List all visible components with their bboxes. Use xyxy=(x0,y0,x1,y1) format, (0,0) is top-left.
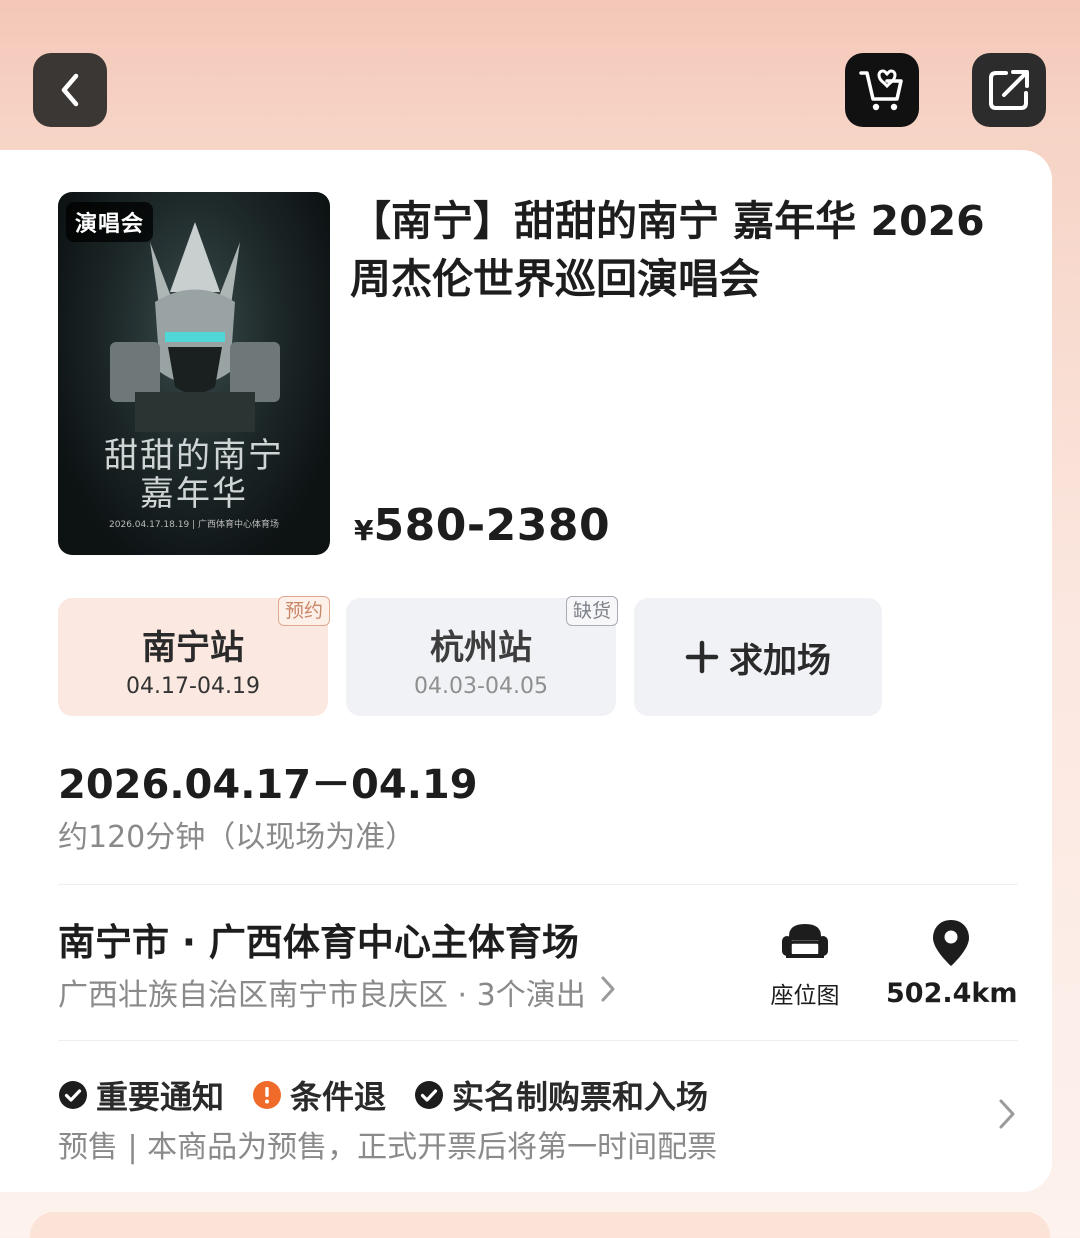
venue-address: 广西壮族自治区南宁市良庆区 · 3个演出 xyxy=(58,978,586,1013)
session-badge-reserve: 预约 xyxy=(277,596,330,626)
poster-category-tag: 演唱会 xyxy=(66,202,154,242)
check-circle-icon xyxy=(58,1080,88,1110)
chevron-left-icon xyxy=(61,73,79,107)
notice-real-name: 实名制购票和入场 xyxy=(414,1072,708,1118)
venue-name[interactable]: 南宁市 · 广西体育中心主体育场 xyxy=(58,912,579,966)
seat-map-button[interactable]: 座位图 xyxy=(760,918,850,1010)
session-date: 04.17-04.19 xyxy=(126,674,260,699)
poster-title-line1: 甜甜的南宁 xyxy=(104,436,284,476)
price-value: 580-2380 xyxy=(373,500,611,551)
alert-circle-icon xyxy=(252,1080,282,1110)
notice-list[interactable]: 重要通知 条件退 实名制购票和入场 xyxy=(58,1072,736,1118)
next-card-edge xyxy=(30,1212,1050,1238)
session-nanning[interactable]: 南宁站 04.17-04.19 预约 xyxy=(58,596,330,716)
show-duration: 约120分钟（以现场为准） xyxy=(58,820,416,855)
armored-helmet-artwork xyxy=(110,222,280,432)
session-name: 杭州站 xyxy=(430,628,532,668)
divider xyxy=(58,1040,1018,1041)
session-badge-soldout: 缺货 xyxy=(565,596,618,626)
back-button[interactable] xyxy=(33,53,107,127)
share-icon xyxy=(989,70,1029,110)
request-extra-show-label: 求加场 xyxy=(729,640,831,681)
session-name: 南宁站 xyxy=(142,628,244,668)
venue-distance: 502.4km xyxy=(886,978,1018,1009)
chevron-right-icon[interactable] xyxy=(998,1098,1016,1134)
session-hangzhou[interactable]: 杭州站 04.03-04.05 缺货 xyxy=(346,596,618,716)
armchair-icon xyxy=(782,924,828,958)
session-date: 04.03-04.05 xyxy=(414,674,548,699)
presale-notice: 预售 | 本商品为预售，正式开票后将第一时间配票 xyxy=(58,1130,718,1165)
show-date-range: 2026.04.17－04.19 xyxy=(58,762,478,808)
notice-important: 重要通知 xyxy=(58,1072,224,1118)
currency-symbol: ¥ xyxy=(354,514,374,547)
price-range: ¥580-2380 xyxy=(354,500,610,551)
wishlist-cart-button[interactable] xyxy=(845,53,919,127)
request-extra-show-button[interactable]: 求加场 xyxy=(634,598,882,716)
poster-title: 甜甜的南宁 嘉年华 xyxy=(58,437,330,513)
poster-title-line2: 嘉年华 xyxy=(140,474,248,514)
location-pin-icon xyxy=(933,920,969,966)
divider xyxy=(58,884,1018,885)
event-poster[interactable]: 演唱会 甜甜的南宁 嘉年华 2026.04.17.18.19 | 广西体育中心体… xyxy=(58,192,330,555)
share-button[interactable] xyxy=(972,53,1046,127)
poster-subtitle: 2026.04.17.18.19 | 广西体育中心体育场 xyxy=(109,520,279,530)
venue-address-link[interactable]: 广西壮族自治区南宁市良庆区 · 3个演出 xyxy=(58,970,616,1014)
notice-label: 条件退 xyxy=(290,1078,387,1116)
plus-icon xyxy=(685,640,719,674)
seat-map-label: 座位图 xyxy=(770,983,840,1009)
notice-label: 实名制购票和入场 xyxy=(452,1078,709,1116)
check-circle-icon xyxy=(414,1080,444,1110)
chevron-right-icon xyxy=(600,973,616,1011)
cart-heart-icon xyxy=(859,69,903,111)
venue-location-button[interactable]: 502.4km xyxy=(886,918,1018,1009)
event-title: 【南宁】甜甜的南宁 嘉年华 2026 周杰伦世界巡回演唱会 xyxy=(350,197,985,303)
notice-label: 重要通知 xyxy=(96,1078,225,1116)
notice-conditional-refund: 条件退 xyxy=(252,1072,386,1118)
